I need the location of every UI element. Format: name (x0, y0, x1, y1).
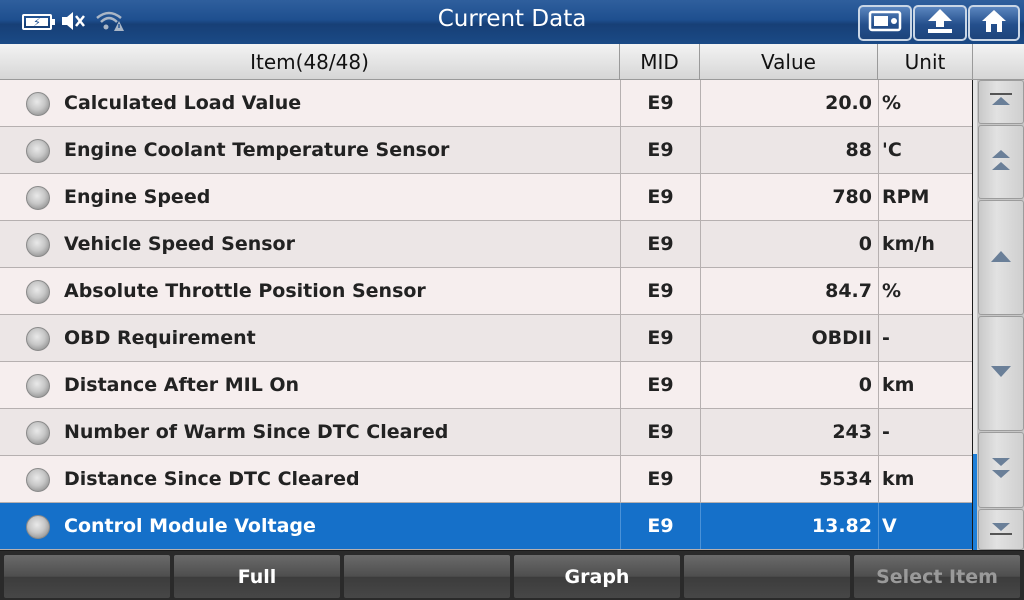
chevron-up-icon (989, 247, 1013, 269)
chevron-down-icon (989, 363, 1013, 385)
scroll-panel (973, 80, 1024, 550)
back-button[interactable] (913, 5, 967, 41)
scroll-top-button[interactable] (978, 80, 1024, 124)
row-value: 84.7 (700, 268, 878, 314)
row-mid: E9 (620, 409, 700, 455)
row-radio[interactable] (26, 515, 50, 539)
table-row[interactable]: Engine Speed E9 780 RPM (0, 174, 972, 221)
row-mid: E9 (620, 221, 700, 267)
row-mid: E9 (620, 174, 700, 220)
back-icon (925, 7, 955, 39)
row-radio[interactable] (26, 468, 50, 492)
scrollbar-thumb[interactable] (973, 454, 977, 550)
row-unit: - (878, 315, 972, 361)
scroll-up-button[interactable] (978, 200, 1024, 315)
row-value: 0 (700, 221, 878, 267)
row-unit: - (878, 409, 972, 455)
page-up-button[interactable] (978, 125, 1024, 199)
row-item: OBD Requirement (64, 327, 256, 349)
row-mid: E9 (620, 268, 700, 314)
row-radio[interactable] (26, 92, 50, 116)
row-item: Distance Since DTC Cleared (64, 468, 360, 490)
scroll-bottom-button[interactable] (978, 509, 1024, 550)
toolbar-button-empty-3[interactable] (683, 554, 851, 599)
double-chevron-down-icon (988, 454, 1014, 486)
row-item: Distance After MIL On (64, 374, 300, 396)
row-unit: km (878, 362, 972, 408)
screenshot-button[interactable] (858, 5, 912, 41)
table-row[interactable]: Vehicle Speed Sensor E9 0 km/h (0, 221, 972, 268)
row-value: 0 (700, 362, 878, 408)
table-row[interactable]: Distance After MIL On E9 0 km (0, 362, 972, 409)
scrollbar-track[interactable] (973, 80, 977, 550)
table-row-selected[interactable]: Control Module Voltage E9 13.82 V (0, 503, 972, 550)
row-radio[interactable] (26, 186, 50, 210)
row-item: Control Module Voltage (64, 515, 316, 537)
row-radio[interactable] (26, 374, 50, 398)
row-radio[interactable] (26, 139, 50, 163)
row-radio[interactable] (26, 327, 50, 351)
row-value: 780 (700, 174, 878, 220)
header-value: Value (700, 44, 878, 80)
scroll-down-button[interactable] (978, 316, 1024, 431)
page-down-button[interactable] (978, 432, 1024, 508)
toolbar-button-empty-1[interactable] (3, 554, 171, 599)
row-unit: % (878, 268, 972, 314)
row-value: 88 (700, 127, 878, 173)
scroll-bottom-icon (988, 519, 1014, 541)
row-value: 5534 (700, 456, 878, 502)
row-mid: E9 (620, 80, 700, 126)
select-item-button[interactable]: Select Item (853, 554, 1021, 599)
table-header: Item(48/48) MID Value Unit (0, 44, 1024, 80)
row-unit: km (878, 456, 972, 502)
table-row[interactable]: Calculated Load Value E9 20.0 % (0, 80, 972, 127)
table-row[interactable]: Number of Warm Since DTC Cleared E9 243 … (0, 409, 972, 456)
row-unit: 'C (878, 127, 972, 173)
row-value: 13.82 (700, 503, 878, 549)
row-item: Engine Coolant Temperature Sensor (64, 139, 450, 161)
data-table: Calculated Load Value E9 20.0 % Engine C… (0, 80, 972, 550)
home-icon (980, 8, 1008, 38)
row-radio[interactable] (26, 280, 50, 304)
row-item: Absolute Throttle Position Sensor (64, 280, 426, 302)
bottom-toolbar: Full Graph Select Item (0, 551, 1024, 600)
header-item: Item(48/48) (0, 44, 620, 80)
row-item: Calculated Load Value (64, 92, 302, 114)
title-bar: ⚡ Current Data (0, 0, 1024, 44)
row-unit: km/h (878, 221, 972, 267)
table-row[interactable]: Engine Coolant Temperature Sensor E9 88 … (0, 127, 972, 174)
row-item: Number of Warm Since DTC Cleared (64, 421, 449, 443)
scroll-top-icon (988, 91, 1014, 113)
row-mid: E9 (620, 127, 700, 173)
header-mid: MID (620, 44, 700, 80)
row-unit: V (878, 503, 972, 549)
row-mid: E9 (620, 456, 700, 502)
row-mid: E9 (620, 503, 700, 549)
row-item: Vehicle Speed Sensor (64, 233, 295, 255)
screenshot-icon (868, 9, 902, 37)
table-row[interactable]: Distance Since DTC Cleared E9 5534 km (0, 456, 972, 503)
graph-button[interactable]: Graph (513, 554, 681, 599)
row-unit: % (878, 80, 972, 126)
row-value: 20.0 (700, 80, 878, 126)
row-item: Engine Speed (64, 186, 211, 208)
full-button[interactable]: Full (173, 554, 341, 599)
row-mid: E9 (620, 362, 700, 408)
double-chevron-up-icon (988, 146, 1014, 178)
row-mid: E9 (620, 315, 700, 361)
table-row[interactable]: OBD Requirement E9 OBDII - (0, 315, 972, 362)
row-value: 243 (700, 409, 878, 455)
row-radio[interactable] (26, 421, 50, 445)
row-radio[interactable] (26, 233, 50, 257)
home-button[interactable] (968, 5, 1020, 41)
toolbar-button-empty-2[interactable] (343, 554, 511, 599)
row-unit: RPM (878, 174, 972, 220)
row-value: OBDII (700, 315, 878, 361)
header-unit: Unit (878, 44, 973, 80)
table-row[interactable]: Absolute Throttle Position Sensor E9 84.… (0, 268, 972, 315)
